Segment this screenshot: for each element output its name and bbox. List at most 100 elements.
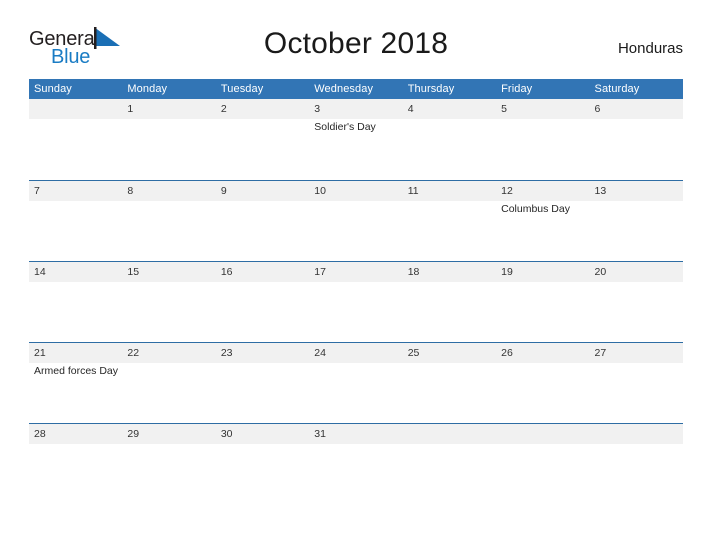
day-number: 13 xyxy=(589,180,683,201)
calendar-header-row: Sunday Monday Tuesday Wednesday Thursday… xyxy=(29,79,683,99)
calendar-day-cell[interactable] xyxy=(589,422,683,450)
calendar-day-cell[interactable]: 29 xyxy=(122,422,216,449)
day-cell-content: 12 Columbus Day xyxy=(496,180,590,261)
day-cell-content: 10 xyxy=(309,180,403,261)
calendar-day-cell[interactable]: 22 xyxy=(122,341,216,423)
month-calendar: Sunday Monday Tuesday Wednesday Thursday… xyxy=(29,79,683,449)
day-cell-content xyxy=(589,423,683,450)
calendar-day-cell[interactable] xyxy=(402,422,497,449)
day-number: 29 xyxy=(122,423,216,444)
calendar-day-cell[interactable]: 2 xyxy=(215,99,310,180)
calendar-day-cell[interactable]: 11 xyxy=(402,179,497,261)
calendar-day-cell[interactable]: 15 xyxy=(122,260,216,342)
calendar-day-cell[interactable] xyxy=(29,99,123,180)
calendar-week-row: 1 2 3 Soldier's Day 4 5 6 xyxy=(29,99,683,180)
calendar-day-cell[interactable] xyxy=(496,422,590,450)
calendar-day-cell[interactable]: 3 Soldier's Day xyxy=(309,99,403,180)
page-title: October 2018 xyxy=(263,27,449,60)
day-number: 21 xyxy=(29,342,123,363)
calendar-day-cell[interactable]: 5 xyxy=(496,99,590,180)
day-event-label: Armed forces Day xyxy=(34,364,119,377)
calendar-week-row: 14 15 16 17 18 19 20 xyxy=(29,260,683,342)
day-cell-content: 26 xyxy=(496,342,590,423)
calendar-day-cell[interactable]: 14 xyxy=(29,260,123,342)
calendar-day-cell[interactable]: 25 xyxy=(402,341,497,423)
day-cell-content: 3 Soldier's Day xyxy=(309,99,403,180)
calendar-body: 1 2 3 Soldier's Day 4 5 6 7 8 9 10 11 12 Columbus Day… xyxy=(29,99,683,449)
day-cell-content: 27 xyxy=(589,342,683,423)
calendar-week-row: 7 8 9 10 11 12 Columbus Day 13 xyxy=(29,179,683,261)
calendar-day-cell[interactable]: 28 xyxy=(29,422,123,450)
day-cell-content: 5 xyxy=(496,99,590,180)
day-number: 11 xyxy=(402,180,497,201)
day-cell-content xyxy=(29,99,123,180)
generalblue-logo[interactable]: General Blue xyxy=(29,24,159,70)
day-number: 30 xyxy=(215,423,310,444)
day-cell-content: 20 xyxy=(589,261,683,342)
calendar-day-cell[interactable]: 23 xyxy=(215,341,310,423)
weekday-header-wednesday: Wednesday xyxy=(309,79,403,99)
day-number: 17 xyxy=(309,261,403,282)
calendar-day-cell[interactable]: 4 xyxy=(402,99,497,180)
day-number xyxy=(589,423,683,444)
weekday-header-monday: Monday xyxy=(122,79,216,99)
day-cell-content: 1 xyxy=(122,99,216,180)
day-number: 25 xyxy=(402,342,497,363)
weekday-header-sunday: Sunday xyxy=(29,79,123,99)
day-number xyxy=(402,423,497,444)
calendar-day-cell[interactable]: 18 xyxy=(402,260,497,342)
day-number: 4 xyxy=(402,99,497,119)
calendar-day-cell[interactable]: 17 xyxy=(309,260,403,342)
day-cell-content: 2 xyxy=(215,99,310,180)
day-cell-content: 18 xyxy=(402,261,497,342)
day-cell-content: 9 xyxy=(215,180,310,261)
calendar-day-cell[interactable]: 21 Armed forces Day xyxy=(29,341,123,423)
day-number: 6 xyxy=(589,99,683,119)
day-number: 3 xyxy=(309,99,403,119)
day-number: 8 xyxy=(122,180,216,201)
weekday-header-friday: Friday xyxy=(496,79,590,99)
calendar-day-cell[interactable]: 12 Columbus Day xyxy=(496,179,590,261)
calendar-day-cell[interactable]: 6 xyxy=(589,99,683,180)
calendar-day-cell[interactable]: 9 xyxy=(215,179,310,261)
day-number: 2 xyxy=(215,99,310,119)
day-number: 15 xyxy=(122,261,216,282)
day-number: 26 xyxy=(496,342,590,363)
day-cell-content xyxy=(496,423,590,450)
calendar-day-cell[interactable]: 19 xyxy=(496,260,590,342)
day-number: 24 xyxy=(309,342,403,363)
calendar-day-cell[interactable]: 31 xyxy=(309,422,403,450)
day-cell-content: 28 xyxy=(29,423,123,450)
weekday-header-thursday: Thursday xyxy=(402,79,497,99)
day-cell-content: 4 xyxy=(402,99,497,180)
calendar-day-cell[interactable]: 26 xyxy=(496,341,590,423)
calendar-day-cell[interactable]: 10 xyxy=(309,179,403,261)
calendar-day-cell[interactable]: 7 xyxy=(29,179,123,261)
calendar-day-cell[interactable]: 13 xyxy=(589,179,683,261)
calendar-day-cell[interactable]: 16 xyxy=(215,260,310,342)
calendar-day-cell[interactable]: 24 xyxy=(309,341,403,423)
day-number: 16 xyxy=(215,261,310,282)
day-number xyxy=(29,99,123,119)
day-cell-content: 11 xyxy=(402,180,497,261)
page-header: General Blue October 2018 Honduras xyxy=(29,24,683,72)
day-number: 9 xyxy=(215,180,310,201)
calendar-day-cell[interactable]: 8 xyxy=(122,179,216,261)
day-number: 10 xyxy=(309,180,403,201)
day-number: 18 xyxy=(402,261,497,282)
calendar-week-row: 21 Armed forces Day 22 23 24 25 26 27 xyxy=(29,341,683,423)
day-cell-content: 31 xyxy=(309,423,403,450)
day-number: 28 xyxy=(29,423,123,444)
calendar-day-cell[interactable]: 27 xyxy=(589,341,683,423)
country-label: Honduras xyxy=(617,40,683,57)
day-number: 22 xyxy=(122,342,216,363)
calendar-week-row: 28 29 30 31 xyxy=(29,422,683,450)
weekday-header-saturday: Saturday xyxy=(589,79,683,99)
calendar-day-cell[interactable]: 20 xyxy=(589,260,683,342)
calendar-day-cell[interactable]: 30 xyxy=(215,422,310,449)
logo-text-blue: Blue xyxy=(51,46,91,68)
calendar-page: General Blue October 2018 Honduras Sunda… xyxy=(0,0,712,550)
day-number: 5 xyxy=(496,99,590,119)
calendar-day-cell[interactable]: 1 xyxy=(122,99,216,180)
day-cell-content: 24 xyxy=(309,342,403,423)
